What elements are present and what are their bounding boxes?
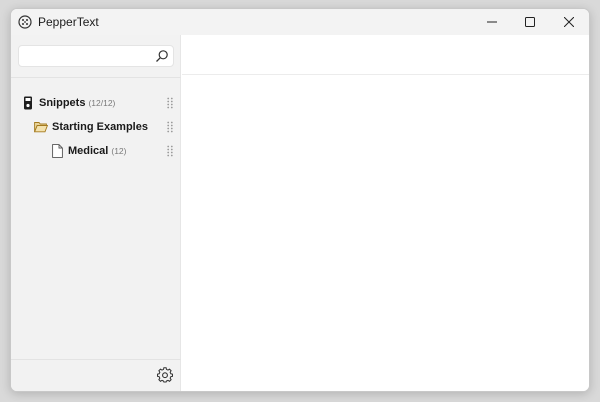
sidebar-footer-divider: [11, 359, 181, 360]
maximize-button[interactable]: [511, 9, 549, 35]
sidebar-divider: [11, 77, 181, 78]
document-icon: [50, 144, 64, 158]
search-input[interactable]: [19, 46, 149, 66]
sidebar: Snippets (12/12) Starting Examples Medic…: [11, 35, 181, 391]
app-title: PepperText: [38, 15, 99, 29]
tree-item-snippets[interactable]: Snippets (12/12): [11, 92, 181, 114]
drag-handle-icon[interactable]: [167, 145, 173, 157]
tree-item-starting-examples[interactable]: Starting Examples: [11, 116, 181, 138]
gear-icon[interactable]: [157, 367, 173, 383]
drag-handle-icon[interactable]: [167, 97, 173, 109]
tree-item-count: (12): [111, 146, 127, 156]
tree-item-medical[interactable]: Medical (12): [11, 140, 181, 162]
close-icon: [564, 17, 574, 27]
folder-open-icon: [34, 120, 48, 134]
tree-item-label: Snippets: [39, 97, 86, 109]
minimize-icon: [487, 21, 497, 23]
drag-handle-icon[interactable]: [167, 121, 173, 133]
app-window: PepperText Snippets (12/12) Starting Exa…: [10, 8, 590, 392]
editor-area[interactable]: [182, 75, 589, 391]
tree-item-label: Medical: [68, 145, 109, 157]
tree-item-label: Starting Examples: [52, 121, 148, 133]
maximize-icon: [525, 17, 535, 27]
search-icon[interactable]: [155, 49, 169, 63]
minimize-button[interactable]: [473, 9, 511, 35]
window-controls: [473, 9, 589, 35]
app-logo-icon: [17, 14, 33, 30]
snippet-device-icon: [21, 96, 35, 110]
tree-item-count: (12/12): [88, 98, 116, 108]
search-box: [18, 45, 174, 67]
editor-header: [182, 35, 589, 75]
title-bar[interactable]: PepperText: [11, 9, 589, 35]
close-button[interactable]: [549, 9, 589, 35]
